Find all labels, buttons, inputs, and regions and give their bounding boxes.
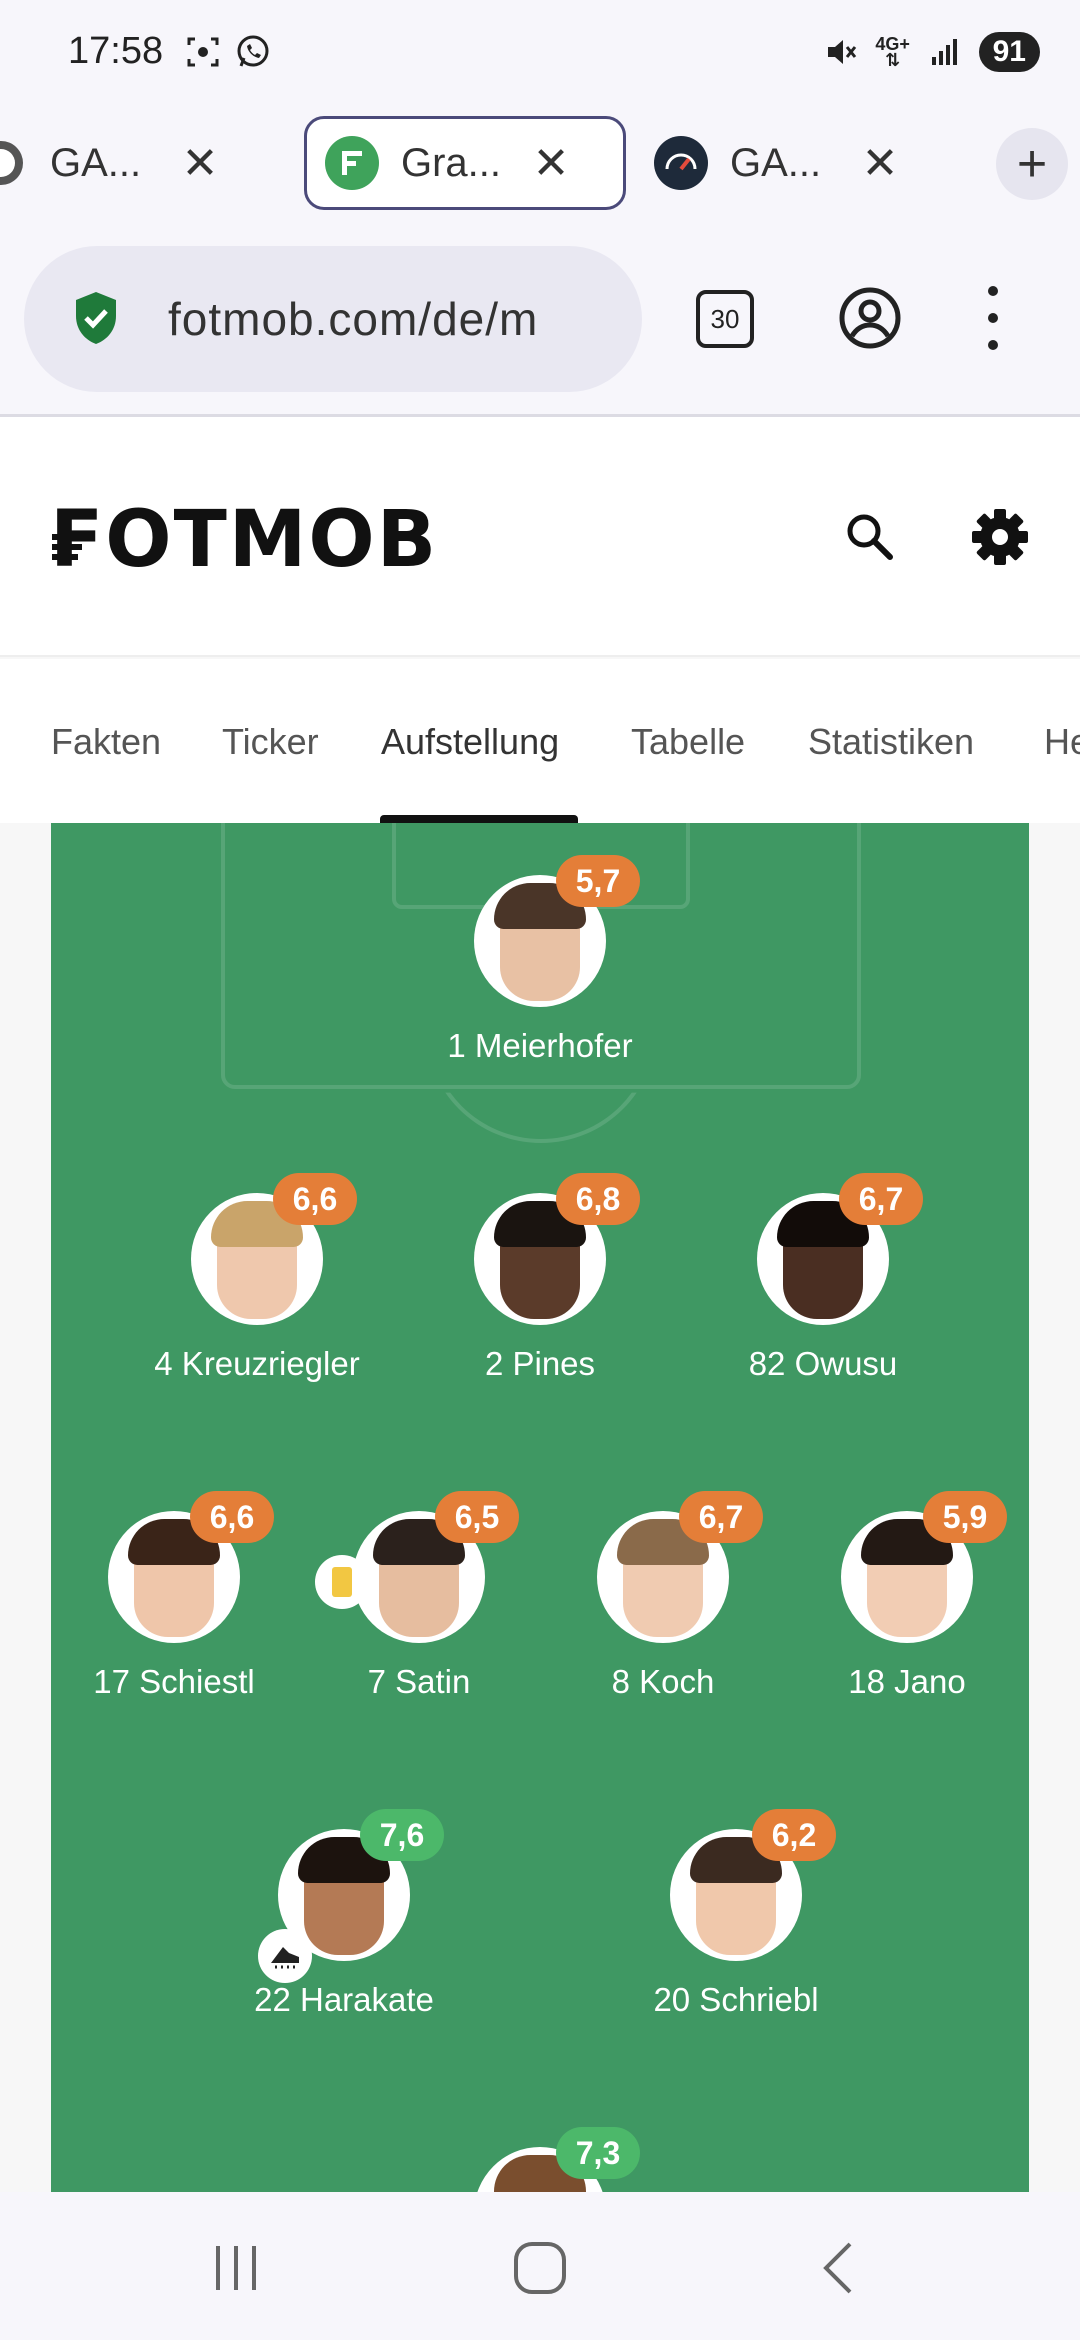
player-photo: 7,6 (258, 1809, 444, 1983)
lineup-player[interactable]: 6,6 17 Schiestl (51, 1491, 304, 1701)
player-photo: 6,7 (597, 1491, 763, 1643)
browser-tab-strip: GA... ✕ Gra... ✕ GA... ✕ + (0, 110, 1080, 218)
player-name: 18 Jano (848, 1663, 966, 1700)
lineup-pitch: 5,7 1 Meierhofer 6,6 4 Kreuzriegler 6,8 … (51, 823, 1029, 2192)
lineup-player[interactable]: 6,2 20 Schriebl (606, 1809, 866, 2019)
player-photo: 6,2 (670, 1809, 836, 1961)
close-icon[interactable]: ✕ (521, 138, 581, 189)
tab-head-to-head[interactable]: He (1044, 721, 1080, 763)
player-name: 8 Koch (611, 1663, 715, 1700)
lineup-player[interactable]: 6,7 82 Owusu (693, 1173, 953, 1383)
player-photo: 6,6 (191, 1173, 357, 1325)
player-rating: 7,6 (360, 1809, 444, 1861)
close-icon[interactable]: ✕ (850, 138, 910, 189)
web-page: FOTMOB Fakten Ticker Aufstellung Tabelle… (0, 417, 1080, 2192)
browser-tab-active[interactable]: Gra... ✕ (304, 116, 626, 210)
site-header: FOTMOB (0, 417, 1080, 657)
active-tab-indicator (380, 815, 578, 823)
player-rating: 6,7 (839, 1173, 923, 1225)
shield-check-icon (72, 290, 120, 351)
player-rating: 6,6 (190, 1491, 274, 1543)
lineup-player[interactable]: 7,3 (410, 2127, 670, 2192)
player-rating: 6,2 (752, 1809, 836, 1861)
lineup-player[interactable]: 7,6 22 Harakate (214, 1809, 474, 2019)
tab-title: Gra... (401, 140, 502, 185)
player-rating: 6,8 (556, 1173, 640, 1225)
lineup-player[interactable]: 6,8 2 Pines (410, 1173, 670, 1383)
signal-icon (927, 34, 963, 70)
boot-icon (258, 1929, 312, 1983)
new-tab-button[interactable]: + (996, 128, 1068, 200)
search-icon[interactable] (842, 509, 898, 565)
system-navigation-bar (0, 2192, 1080, 2340)
player-name: 4 Kreuzriegler (154, 1345, 360, 1382)
tab-title: GA... (50, 140, 142, 185)
player-rating: 5,7 (556, 855, 640, 907)
tab-title: GA... (730, 140, 822, 185)
url-text: fotmob.com/de/m (168, 293, 539, 345)
player-photo: 6,5 (315, 1491, 519, 1643)
recent-apps-icon[interactable] (204, 2236, 268, 2300)
player-name: 1 Meierhofer (447, 1027, 633, 1064)
tab-ticker[interactable]: Ticker (222, 721, 319, 763)
player-name: 22 Harakate (254, 1981, 434, 2018)
network-icon: 4G+ ⇅ (875, 34, 910, 70)
account-icon[interactable] (838, 286, 902, 350)
speedometer-icon (654, 136, 708, 190)
tab-statistiken[interactable]: Statistiken (808, 721, 974, 763)
player-photo: 5,7 (474, 855, 640, 1007)
partial-circle-icon (0, 136, 28, 190)
lineup-player[interactable]: 6,7 8 Koch (533, 1491, 793, 1701)
back-icon[interactable] (808, 2236, 872, 2300)
status-time: 17:58 (68, 30, 164, 72)
player-photo: 7,3 (474, 2127, 640, 2192)
tab-count-button[interactable]: 30 (696, 290, 754, 348)
whatsapp-icon (235, 34, 271, 70)
more-menu-icon[interactable] (978, 286, 1008, 350)
browser-tab[interactable]: GA... ✕ (0, 116, 290, 210)
player-photo: 6,6 (108, 1491, 274, 1643)
mute-icon (823, 34, 859, 70)
home-icon[interactable] (508, 2236, 572, 2300)
lineup-player[interactable]: 5,7 1 Meierhofer (410, 855, 670, 1065)
match-tab-bar: Fakten Ticker Aufstellung Tabelle Statis… (0, 659, 1080, 823)
player-name: 2 Pines (484, 1345, 596, 1382)
player-rating: 6,5 (435, 1491, 519, 1543)
tab-fakten[interactable]: Fakten (51, 721, 161, 763)
site-logo[interactable]: FOTMOB (50, 495, 438, 585)
player-photo: 6,8 (474, 1173, 640, 1325)
browser-tab[interactable]: GA... ✕ (654, 116, 944, 210)
screenshot-icon (185, 34, 221, 70)
player-name: 20 Schriebl (653, 1981, 819, 2018)
lineup-player[interactable]: 6,5 7 Satin (289, 1491, 549, 1701)
player-photo: 6,7 (757, 1173, 923, 1325)
player-name: 7 Satin (367, 1663, 471, 1700)
address-bar-row: fotmob.com/de/m 30 (0, 246, 1080, 392)
lineup-player[interactable]: 6,6 4 Kreuzriegler (127, 1173, 387, 1383)
player-rating: 6,7 (679, 1491, 763, 1543)
player-name: 17 Schiestl (93, 1663, 255, 1700)
tab-aufstellung[interactable]: Aufstellung (381, 721, 559, 763)
fotmob-icon (325, 136, 379, 190)
player-name: 82 Owusu (748, 1345, 898, 1382)
address-bar[interactable]: fotmob.com/de/m (24, 246, 642, 392)
player-rating: 7,3 (556, 2127, 640, 2179)
player-photo: 5,9 (841, 1491, 1007, 1643)
player-rating: 5,9 (923, 1491, 1007, 1543)
yellow-card-icon (315, 1555, 369, 1609)
tab-tabelle[interactable]: Tabelle (631, 721, 745, 763)
battery-indicator: 91 (978, 32, 1040, 72)
gear-icon[interactable] (970, 507, 1030, 567)
lineup-player[interactable]: 5,9 18 Jano (777, 1491, 1029, 1701)
close-icon[interactable]: ✕ (170, 138, 230, 189)
status-bar: 17:58 4G+ ⇅ 91 (0, 0, 1080, 110)
player-rating: 6,6 (273, 1173, 357, 1225)
